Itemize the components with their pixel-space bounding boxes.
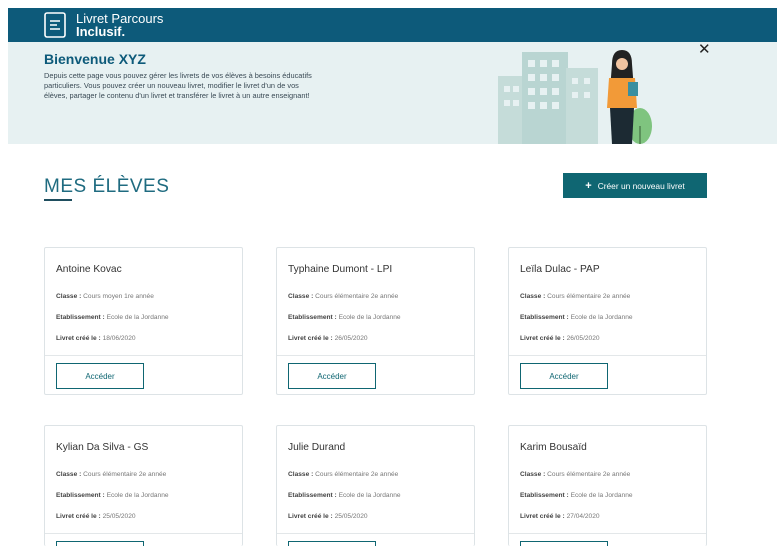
create-livret-label: Créer un nouveau livret bbox=[597, 180, 685, 191]
student-etablissement: Etablissement : Ecole de la Jordanne bbox=[56, 314, 169, 321]
student-name: Kylian Da Silva - GS bbox=[56, 442, 149, 453]
access-button[interactable]: Accéder bbox=[56, 363, 144, 389]
student-name: Leïla Dulac - PAP bbox=[520, 264, 600, 275]
student-classe: Classe : Cours élémentaire 2e année bbox=[288, 293, 399, 300]
student-etablissement: Etablissement : Ecole de la Jordanne bbox=[56, 492, 169, 499]
student-etablissement: Etablissement : Ecole de la Jordanne bbox=[520, 314, 633, 321]
top-bar: Livret Parcours Inclusif. bbox=[8, 8, 777, 42]
student-card: Julie Durand Classe : Cours élémentaire … bbox=[276, 425, 475, 546]
student-card: Karim Bousaïd Classe : Cours élémentaire… bbox=[508, 425, 707, 546]
card-divider bbox=[277, 355, 474, 356]
welcome-banner: Bienvenue XYZ Depuis cette page vous pou… bbox=[8, 40, 777, 144]
student-card: Typhaine Dumont - LPI Classe : Cours élé… bbox=[276, 247, 475, 395]
access-button[interactable]: Accéder bbox=[520, 363, 608, 389]
student-classe: Classe : Cours élémentaire 2e année bbox=[520, 293, 631, 300]
student-etablissement: Etablissement : Ecole de la Jordanne bbox=[288, 314, 401, 321]
welcome-text: Depuis cette page vous pouvez gérer les … bbox=[44, 71, 312, 100]
page-title: MES ÉLÈVES bbox=[44, 176, 170, 197]
student-card: Antoine Kovac Classe : Cours moyen 1re a… bbox=[44, 247, 243, 395]
student-livret-date: Livret créé le : 26/05/2020 bbox=[520, 335, 600, 342]
app-name-line2: Inclusif. bbox=[76, 24, 126, 39]
teacher-illustration bbox=[498, 50, 652, 144]
student-livret-date: Livret créé le : 18/06/2020 bbox=[56, 335, 136, 342]
welcome-title: Bienvenue XYZ bbox=[44, 51, 146, 67]
title-underline bbox=[44, 199, 72, 201]
student-etablissement: Etablissement : Ecole de la Jordanne bbox=[520, 492, 633, 499]
student-livret-date: Livret créé le : 25/05/2020 bbox=[288, 513, 368, 520]
plus-icon: + bbox=[585, 179, 592, 192]
logo-icon bbox=[44, 12, 66, 38]
student-classe: Classe : Cours élémentaire 2e année bbox=[288, 471, 399, 478]
student-classe: Classe : Cours élémentaire 2e année bbox=[520, 471, 631, 478]
student-classe: Classe : Cours moyen 1re année bbox=[56, 293, 154, 300]
create-livret-button[interactable]: + Créer un nouveau livret bbox=[563, 173, 707, 198]
card-divider bbox=[509, 533, 706, 534]
app-logo[interactable]: Livret Parcours Inclusif. bbox=[76, 12, 163, 38]
access-button[interactable] bbox=[56, 541, 144, 546]
student-livret-date: Livret créé le : 25/05/2020 bbox=[56, 513, 136, 520]
card-divider bbox=[45, 533, 242, 534]
student-card: Kylian Da Silva - GS Classe : Cours élém… bbox=[44, 425, 243, 546]
close-banner-button[interactable]: ✕ bbox=[698, 40, 711, 58]
student-livret-date: Livret créé le : 27/04/2020 bbox=[520, 513, 600, 520]
card-divider bbox=[277, 533, 474, 534]
access-button[interactable] bbox=[520, 541, 608, 546]
card-divider bbox=[509, 355, 706, 356]
student-name: Karim Bousaïd bbox=[520, 442, 587, 453]
student-name: Antoine Kovac bbox=[56, 264, 122, 275]
student-card: Leïla Dulac - PAP Classe : Cours élément… bbox=[508, 247, 707, 395]
card-divider bbox=[45, 355, 242, 356]
student-etablissement: Etablissement : Ecole de la Jordanne bbox=[288, 492, 401, 499]
student-name: Julie Durand bbox=[288, 442, 346, 453]
access-button[interactable]: Accéder bbox=[288, 363, 376, 389]
student-livret-date: Livret créé le : 26/05/2020 bbox=[288, 335, 368, 342]
student-classe: Classe : Cours élémentaire 2e année bbox=[56, 471, 167, 478]
student-name: Typhaine Dumont - LPI bbox=[288, 264, 393, 275]
access-button[interactable] bbox=[288, 541, 376, 546]
